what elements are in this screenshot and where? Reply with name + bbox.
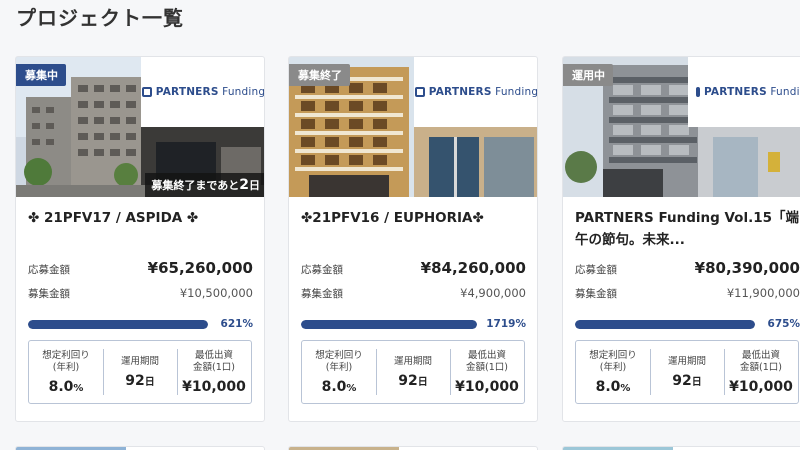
project-title[interactable]: ✤21PFV16 / EUPHORIA✤ (301, 207, 529, 229)
property-photo: PARTNERS Funding 運用中 (563, 57, 800, 197)
target-amount-row: 募集金額 ¥4,900,000 (301, 286, 526, 301)
applied-amount-row: 応募金額 ¥80,390,000 (575, 259, 800, 277)
target-amount-value: ¥4,900,000 (460, 286, 526, 300)
target-amount-value: ¥10,500,000 (179, 286, 253, 300)
logo-mark-icon (414, 87, 425, 97)
target-amount-row: 募集金額 ¥10,500,000 (28, 286, 253, 301)
target-amount-row: 募集金額 ¥11,900,000 (575, 286, 800, 301)
applied-amount-label: 応募金額 (28, 264, 70, 276)
partners-funding-logo: PARTNERS Funding (414, 57, 537, 127)
progress-percentage: 675% (767, 318, 800, 330)
property-photo: PARTNERS Funding 募集中 募集終了まであと2日 (16, 57, 264, 197)
applied-amount-value: ¥84,260,000 (420, 259, 526, 277)
project-title[interactable]: PARTNERS Funding Vol.15「端午の節句。未来... (575, 207, 800, 251)
page-title: プロジェクト一覧 (16, 6, 184, 30)
applied-amount-row: 応募金額 ¥65,260,000 (28, 259, 253, 277)
logo-mark-icon (141, 87, 152, 97)
status-badge: 募集終了 (289, 64, 350, 86)
stat-min-investment: 最低出資 金額(1口) ¥10,000 (724, 341, 798, 403)
project-card-list: PARTNERS Funding 募集中 募集終了まであと2日 ✤ 21PFV1… (15, 56, 800, 450)
applied-amount-value: ¥65,260,000 (147, 259, 253, 277)
stat-period: 運用期間 92日 (103, 341, 177, 403)
applied-amount-label: 応募金額 (301, 264, 343, 276)
target-amount-value: ¥11,900,000 (726, 286, 800, 300)
project-card[interactable]: PARTNERS Funding 募集中 募集終了まであと2日 ✤ 21PFV1… (15, 56, 265, 422)
funding-progress: 1719% (301, 318, 526, 332)
progress-percentage: 1719% (486, 318, 526, 330)
target-amount-label: 募集金額 (301, 288, 343, 300)
property-photo: PARTNERS Funding 募集終了 (289, 57, 537, 197)
status-badge: 運用中 (563, 64, 613, 86)
project-card[interactable] (288, 446, 538, 450)
countdown-banner: 募集終了まであと2日 (145, 173, 264, 197)
applied-amount-value: ¥80,390,000 (694, 259, 800, 277)
partners-funding-logo: PARTNERS Funding (688, 57, 800, 127)
partners-funding-logo: PARTNERS Funding (141, 57, 264, 127)
target-amount-label: 募集金額 (575, 288, 617, 300)
project-card[interactable]: PARTNERS Funding 運用中 PARTNERS Funding Vo… (562, 56, 800, 422)
stat-min-investment: 最低出資 金額(1口) ¥10,000 (177, 341, 251, 403)
applied-amount-label: 応募金額 (575, 264, 617, 276)
status-badge: 募集中 (16, 64, 66, 86)
stat-yield: 想定利回り (年利) 8.0% (589, 349, 637, 395)
logo-mark-icon (696, 87, 700, 97)
funding-progress: 675% (575, 318, 800, 332)
target-amount-label: 募集金額 (28, 288, 70, 300)
progress-bar-fill (301, 320, 477, 329)
investment-stats: 想定利回り (年利) 8.0% 運用期間 92日 最低出資 金額(1口) ¥10… (575, 340, 799, 404)
applied-amount-row: 応募金額 ¥84,260,000 (301, 259, 526, 277)
progress-bar-fill (28, 320, 208, 329)
progress-bar-fill (575, 320, 755, 329)
project-title[interactable]: ✤ 21PFV17 / ASPIDA ✤ (28, 207, 256, 229)
stat-min-investment: 最低出資 金額(1口) ¥10,000 (450, 341, 524, 403)
project-card[interactable] (562, 446, 800, 450)
stat-yield: 想定利回り (年利) 8.0% (42, 349, 90, 395)
investment-stats: 想定利回り (年利) 8.0% 運用期間 92日 最低出資 金額(1口) ¥10… (301, 340, 525, 404)
progress-percentage: 621% (220, 318, 253, 330)
investment-stats: 想定利回り (年利) 8.0% 運用期間 92日 最低出資 金額(1口) ¥10… (28, 340, 252, 404)
project-card[interactable]: PARTNERS Funding 募集終了 ✤21PFV16 / EUPHORI… (288, 56, 538, 422)
project-card[interactable] (15, 446, 265, 450)
stat-yield: 想定利回り (年利) 8.0% (315, 349, 363, 395)
stat-period: 運用期間 92日 (650, 341, 724, 403)
funding-progress: 621% (28, 318, 253, 332)
stat-period: 運用期間 92日 (376, 341, 450, 403)
